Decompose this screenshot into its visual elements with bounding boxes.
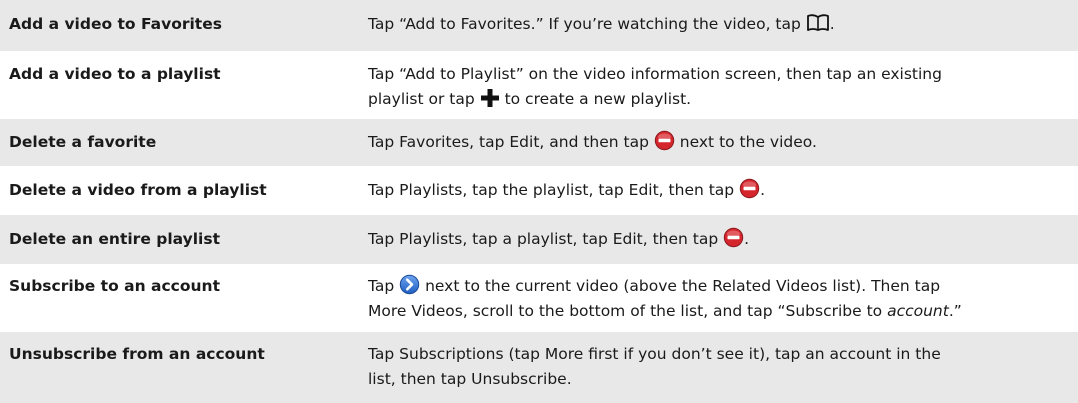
instruction-segment: Tap “Add to Playlist” on the video infor…	[368, 65, 942, 83]
plus-icon	[480, 88, 500, 108]
instruction-text: Tap “Add to Favorites.” If you’re watchi…	[359, 0, 1078, 51]
task-label: Delete a favorite	[0, 119, 359, 166]
instruction-segment: Tap Subscriptions (tap More first if you…	[368, 345, 941, 363]
delete-icon	[654, 130, 675, 151]
task-label: Unsubscribe from an account	[0, 332, 359, 403]
instruction-text: Tap “Add to Playlist” on the video infor…	[359, 51, 1078, 119]
table-row: Subscribe to an account Tap next to the …	[0, 264, 1078, 332]
delete-icon	[723, 227, 744, 248]
bookmarks-icon	[806, 13, 830, 32]
instruction-segment: .”	[948, 302, 962, 320]
instruction-segment: .	[760, 181, 766, 199]
instruction-segment: .	[829, 15, 835, 33]
instruction-segment: Tap Favorites, tap Edit, and then tap	[368, 133, 654, 151]
tips-table: Add a video to Favorites Tap “Add to Fav…	[0, 0, 1078, 403]
table-row: Delete a video from a playlist Tap Playl…	[0, 166, 1078, 215]
instruction-text: Tap Playlists, tap the playlist, tap Edi…	[359, 166, 1078, 215]
instruction-segment: Tap “Add to Favorites.” If you’re watchi…	[368, 15, 806, 33]
table-row: Unsubscribe from an account Tap Subscrip…	[0, 332, 1078, 403]
instruction-text: Tap Playlists, tap a playlist, tap Edit,…	[359, 215, 1078, 264]
instruction-segment: .	[744, 230, 750, 248]
detail-disclosure-icon	[399, 274, 420, 295]
instruction-text: Tap Favorites, tap Edit, and then tap ne…	[359, 119, 1078, 166]
table-row: Delete an entire playlist Tap Playlists,…	[0, 215, 1078, 264]
delete-icon	[739, 178, 760, 199]
instruction-text: Tap Subscriptions (tap More first if you…	[359, 332, 1078, 403]
table-row: Delete a favorite Tap Favorites, tap Edi…	[0, 119, 1078, 166]
instruction-segment: list, then tap Unsubscribe.	[368, 370, 572, 388]
instruction-segment: playlist or tap	[368, 90, 480, 108]
table-row: Add a video to Favorites Tap “Add to Fav…	[0, 0, 1078, 51]
task-label: Subscribe to an account	[0, 264, 359, 332]
task-label: Add a video to a playlist	[0, 51, 359, 119]
instruction-text: Tap next to the current video (above the…	[359, 264, 1078, 332]
instruction-segment: Tap Playlists, tap the playlist, tap Edi…	[368, 181, 740, 199]
task-label: Delete a video from a playlist	[0, 166, 359, 215]
instruction-segment: Tap Playlists, tap a playlist, tap Edit,…	[368, 230, 724, 248]
task-label: Add a video to Favorites	[0, 0, 359, 51]
table-row: Add a video to a playlist Tap “Add to Pl…	[0, 51, 1078, 119]
instruction-segment: Tap	[368, 277, 400, 295]
instruction-segment: next to the current video (above the Rel…	[420, 277, 941, 295]
account-placeholder: account	[887, 302, 949, 320]
instruction-segment: to create a new playlist.	[499, 90, 692, 108]
instruction-segment: More Videos, scroll to the bottom of the…	[368, 302, 888, 320]
instruction-segment: next to the video.	[674, 133, 817, 151]
task-label: Delete an entire playlist	[0, 215, 359, 264]
